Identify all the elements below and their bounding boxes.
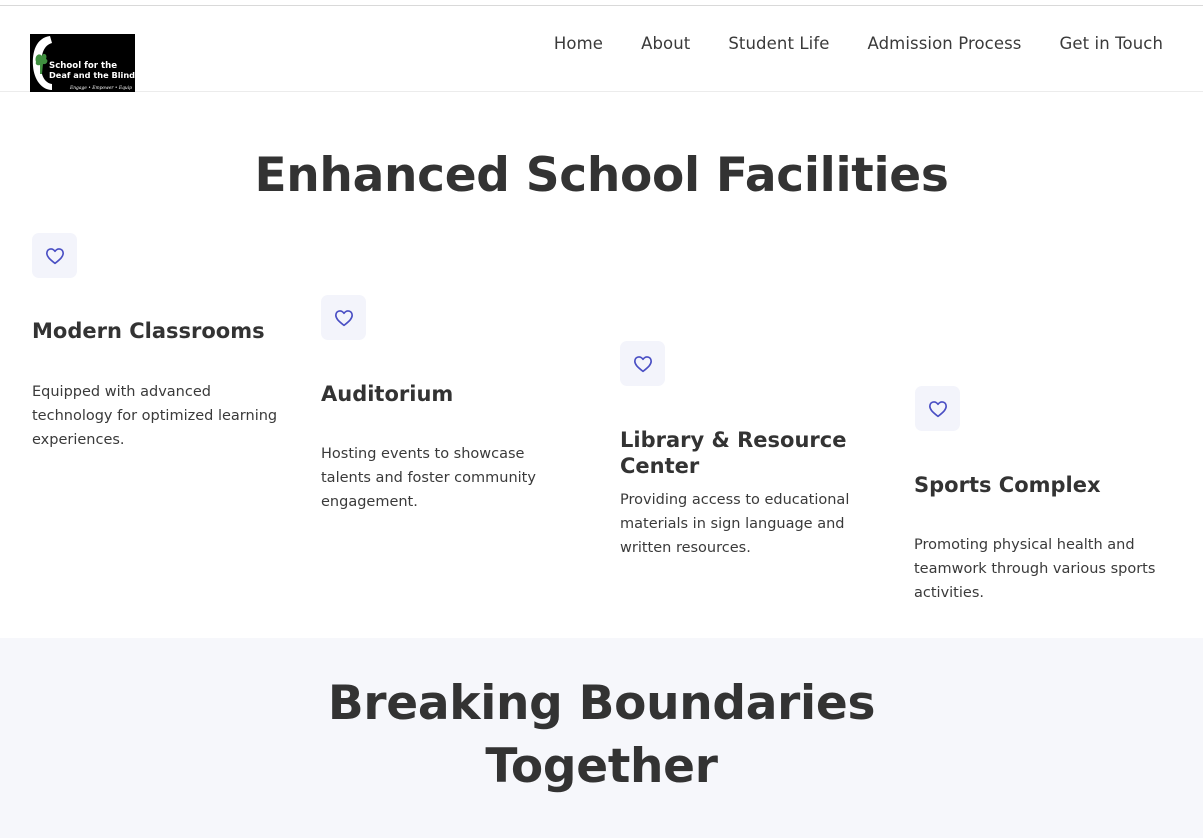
- facility-icon-box: [321, 295, 366, 340]
- logo-tagline: Engage • Empower • Equip: [69, 86, 132, 91]
- facility-card-title: Sports Complex: [914, 473, 1101, 497]
- nav-get-in-touch[interactable]: Get in Touch: [1060, 34, 1164, 53]
- nav-student-life[interactable]: Student Life: [728, 34, 829, 53]
- main-nav: Home About Student Life Admission Proces…: [554, 34, 1163, 53]
- facility-card-sports-complex: Sports Complex Promoting physical health…: [914, 386, 1174, 626]
- facility-card-title: Library & Resource Center: [620, 428, 847, 478]
- heart-icon: [928, 400, 947, 417]
- logo-line2: Deaf and the Blind: [49, 70, 135, 80]
- facility-card-title: Auditorium: [321, 382, 454, 406]
- band-title-line2: Together: [485, 739, 718, 794]
- facility-icon-box: [620, 341, 665, 386]
- nav-admission-process[interactable]: Admission Process: [868, 34, 1022, 53]
- facility-card-text: Hosting events to showcase talents and f…: [321, 446, 536, 510]
- breaking-boundaries-title: Breaking Boundaries Together: [0, 672, 1203, 798]
- facility-card-text: Equipped with advanced technology for op…: [32, 384, 278, 448]
- heart-icon: [334, 309, 353, 326]
- facility-card-library: Library & Resource Center Providing acce…: [620, 341, 880, 581]
- nav-about[interactable]: About: [641, 34, 690, 53]
- facility-card-text: Promoting physical health and teamwork t…: [914, 537, 1156, 601]
- site-header: School for the Deaf and the Blind Engage…: [0, 6, 1203, 92]
- logo-mark: School for the Deaf and the Blind Engage…: [30, 34, 135, 92]
- facility-card-auditorium: Auditorium Hosting events to showcase ta…: [321, 295, 581, 535]
- facility-card-text: Providing access to educational material…: [620, 492, 850, 556]
- school-logo[interactable]: School for the Deaf and the Blind Engage…: [30, 34, 135, 92]
- band-title-line1: Breaking Boundaries: [327, 676, 876, 731]
- heart-icon: [633, 355, 652, 372]
- facility-icon-box: [32, 233, 77, 278]
- heart-icon: [45, 247, 64, 264]
- facility-card-modern-classrooms: Modern Classrooms Equipped with advanced…: [32, 233, 292, 473]
- nav-home[interactable]: Home: [554, 34, 603, 53]
- facilities-title: Enhanced School Facilities: [254, 148, 949, 203]
- facility-card-title: Modern Classrooms: [32, 319, 265, 343]
- facility-icon-box: [915, 386, 960, 431]
